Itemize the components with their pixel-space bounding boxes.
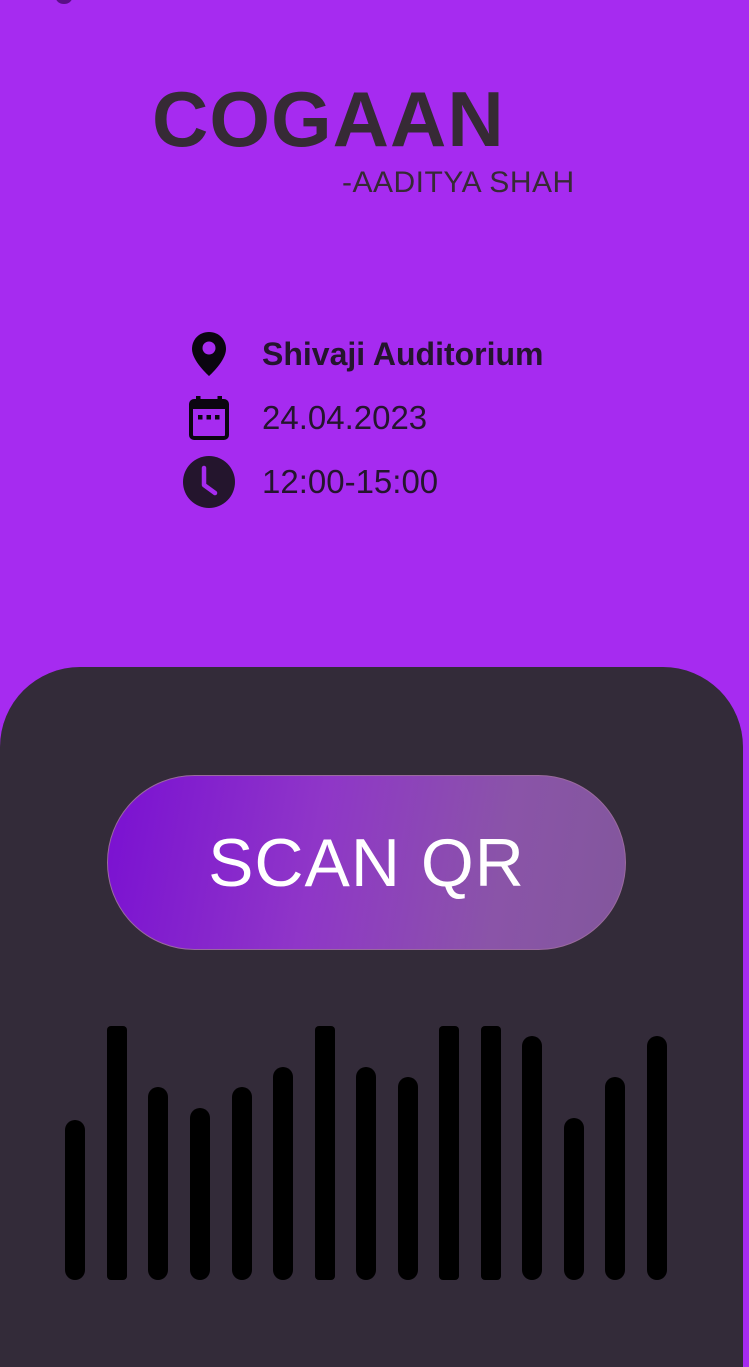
time-row: 12:00-15:00 bbox=[178, 450, 544, 514]
wave-bar bbox=[107, 1026, 127, 1280]
scan-qr-button[interactable]: SCAN QR bbox=[107, 775, 626, 950]
event-subtitle: -AADITYA SHAH bbox=[342, 166, 575, 199]
wave-bar bbox=[481, 1026, 501, 1280]
venue-text: Shivaji Auditorium bbox=[262, 335, 544, 372]
event-details: Shivaji Auditorium 24.04.2023 12:00-15:0… bbox=[178, 322, 544, 514]
wave-bar bbox=[190, 1108, 210, 1280]
location-pin-icon bbox=[178, 326, 240, 382]
wave-bar bbox=[398, 1077, 418, 1280]
event-title: COGAAN bbox=[152, 75, 505, 163]
wave-bar bbox=[564, 1118, 584, 1280]
sound-wave-bars-icon bbox=[65, 1026, 667, 1280]
venue-row: Shivaji Auditorium bbox=[178, 322, 544, 386]
wave-bar bbox=[647, 1036, 667, 1280]
status-dot bbox=[56, 0, 72, 4]
clock-icon bbox=[178, 454, 240, 510]
wave-bar bbox=[605, 1077, 625, 1280]
wave-bar bbox=[148, 1087, 168, 1280]
wave-bar bbox=[65, 1120, 85, 1280]
wave-bar bbox=[315, 1026, 335, 1280]
wave-bar bbox=[232, 1087, 252, 1280]
date-row: 24.04.2023 bbox=[178, 386, 544, 450]
wave-bar bbox=[356, 1067, 376, 1280]
scan-qr-label: SCAN QR bbox=[208, 824, 525, 901]
date-text: 24.04.2023 bbox=[262, 399, 428, 436]
wave-bar bbox=[439, 1026, 459, 1280]
time-text: 12:00-15:00 bbox=[262, 463, 439, 500]
calendar-icon bbox=[178, 390, 240, 446]
wave-bar bbox=[522, 1036, 542, 1280]
wave-bar bbox=[273, 1067, 293, 1280]
